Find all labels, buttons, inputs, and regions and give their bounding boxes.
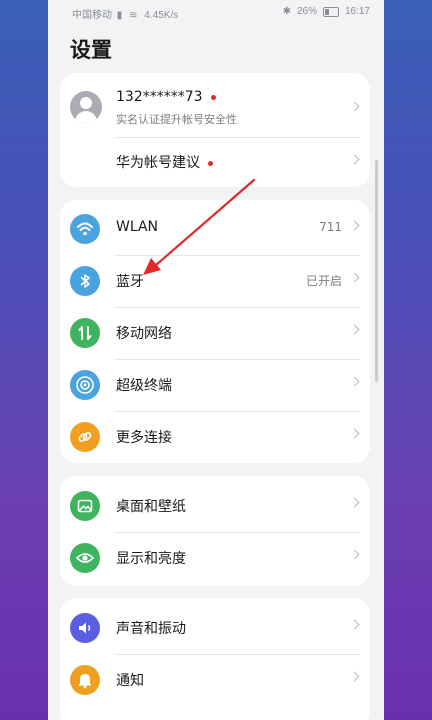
annotation-arrow: [143, 178, 256, 275]
notifications-label: 通知: [116, 673, 144, 689]
super-device-label: 超级终端: [116, 378, 172, 394]
eye-icon: [70, 543, 100, 573]
desktop-wallpaper-row[interactable]: 桌面和壁纸: [60, 480, 370, 532]
wallpaper-icon: [70, 491, 100, 521]
chevron-right-icon: [349, 549, 360, 560]
super-device-icon: [70, 370, 100, 400]
bell-icon: [70, 665, 100, 695]
link-icon: [70, 422, 100, 452]
desktop-wallpaper-label: 桌面和壁纸: [116, 499, 186, 515]
chevron-right-icon: [349, 497, 360, 508]
chevron-right-icon: [349, 619, 360, 630]
more-connections-row[interactable]: 更多连接: [60, 411, 370, 463]
sound-card: 声音和振动 通知: [60, 598, 370, 720]
mobile-network-row[interactable]: 移动网络: [60, 307, 370, 359]
display-card: 桌面和壁纸 显示和亮度: [60, 476, 370, 586]
phone-screen: 中国移动 ▮ ≋ 4.45K/s ✱ 26% 16:17 设置 132*****…: [48, 0, 384, 720]
chevron-right-icon: [349, 324, 360, 335]
chevron-right-icon: [349, 428, 360, 439]
speaker-icon: [70, 613, 100, 643]
mobile-network-label: 移动网络: [116, 326, 172, 342]
notifications-row[interactable]: 通知: [60, 654, 370, 706]
mobile-network-icon: [70, 318, 100, 348]
super-device-row[interactable]: 超级终端: [60, 359, 370, 411]
sound-vibration-label: 声音和振动: [116, 621, 186, 637]
more-connections-label: 更多连接: [116, 430, 172, 446]
chevron-right-icon: [349, 376, 360, 387]
display-brightness-row[interactable]: 显示和亮度: [60, 532, 370, 584]
chevron-right-icon: [349, 671, 360, 682]
sound-vibration-row[interactable]: 声音和振动: [60, 602, 370, 654]
display-brightness-label: 显示和亮度: [116, 551, 186, 567]
